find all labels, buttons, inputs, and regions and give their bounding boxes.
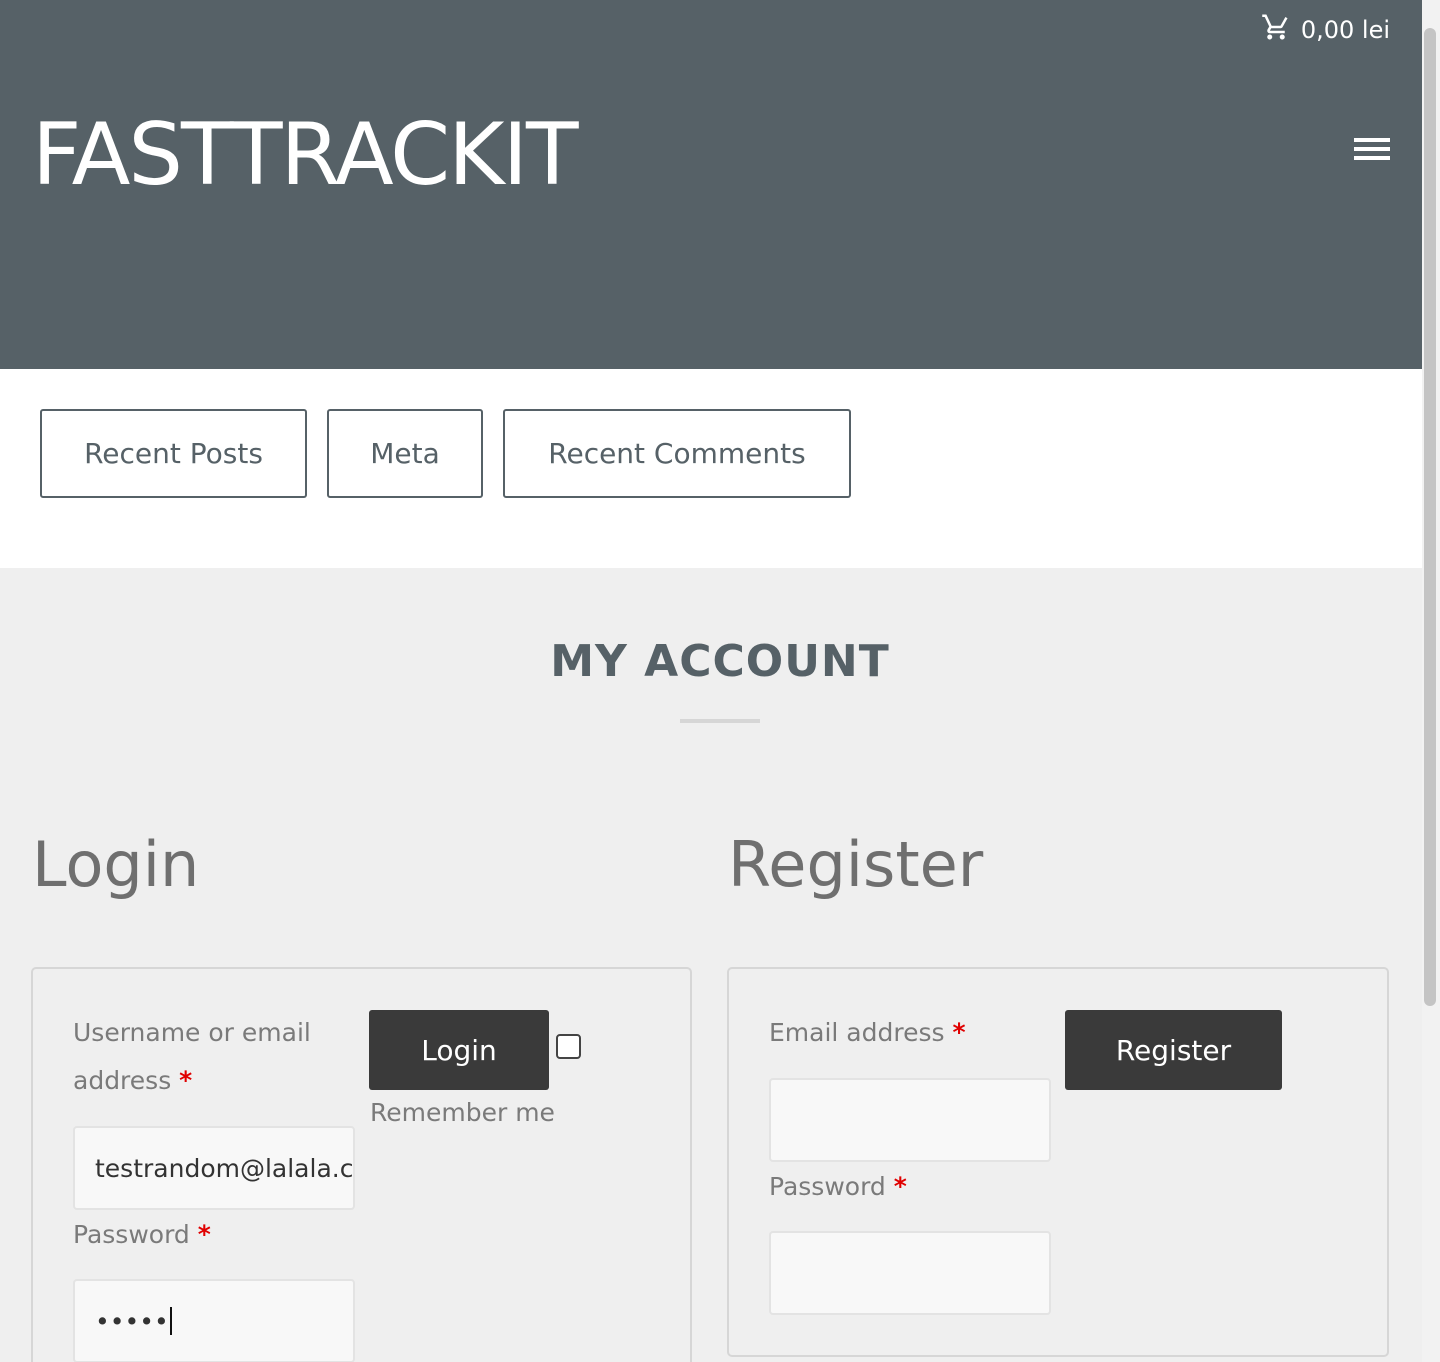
register-form: Email address * Password * Register xyxy=(727,967,1389,1357)
widgets-bar: Recent Posts Meta Recent Comments xyxy=(0,369,1422,568)
page-title: MY ACCOUNT xyxy=(550,636,890,687)
title-divider xyxy=(680,719,760,723)
login-button[interactable]: Login xyxy=(369,1010,549,1090)
required-mark: * xyxy=(197,1220,211,1249)
site-header: 0,00 lei FASTTRACKIT xyxy=(0,0,1422,369)
register-password-label: Password * xyxy=(769,1172,907,1201)
cart-icon xyxy=(1261,12,1291,48)
email-label: Email address * xyxy=(769,1018,966,1047)
register-button[interactable]: Register xyxy=(1065,1010,1282,1090)
register-password-input[interactable] xyxy=(769,1231,1051,1315)
cart-total: 0,00 lei xyxy=(1300,16,1390,44)
site-title[interactable]: FASTTRACKIT xyxy=(32,112,578,198)
register-email-input[interactable] xyxy=(769,1078,1051,1162)
required-mark: * xyxy=(893,1172,907,1201)
remember-me-label[interactable]: Remember me xyxy=(370,1098,555,1127)
tab-recent-comments[interactable]: Recent Comments xyxy=(503,409,851,498)
cart-link[interactable]: 0,00 lei xyxy=(1261,12,1390,48)
remember-me-checkbox[interactable] xyxy=(556,1034,581,1059)
register-heading: Register xyxy=(728,828,984,901)
required-mark: * xyxy=(952,1018,966,1047)
required-mark: * xyxy=(179,1066,193,1095)
tab-recent-posts[interactable]: Recent Posts xyxy=(40,409,307,498)
password-label: Password * xyxy=(73,1220,211,1249)
username-input[interactable]: testrandom@lalala.com xyxy=(73,1126,355,1210)
login-heading: Login xyxy=(32,828,200,901)
scrollbar-thumb[interactable] xyxy=(1424,28,1436,1006)
login-form: Username or email address * testrandom@l… xyxy=(31,967,692,1362)
username-label: Username or email address * xyxy=(73,1018,311,1095)
password-input[interactable]: ••••• xyxy=(73,1279,355,1362)
tab-meta[interactable]: Meta xyxy=(327,409,483,498)
hamburger-menu-icon[interactable] xyxy=(1354,138,1390,168)
